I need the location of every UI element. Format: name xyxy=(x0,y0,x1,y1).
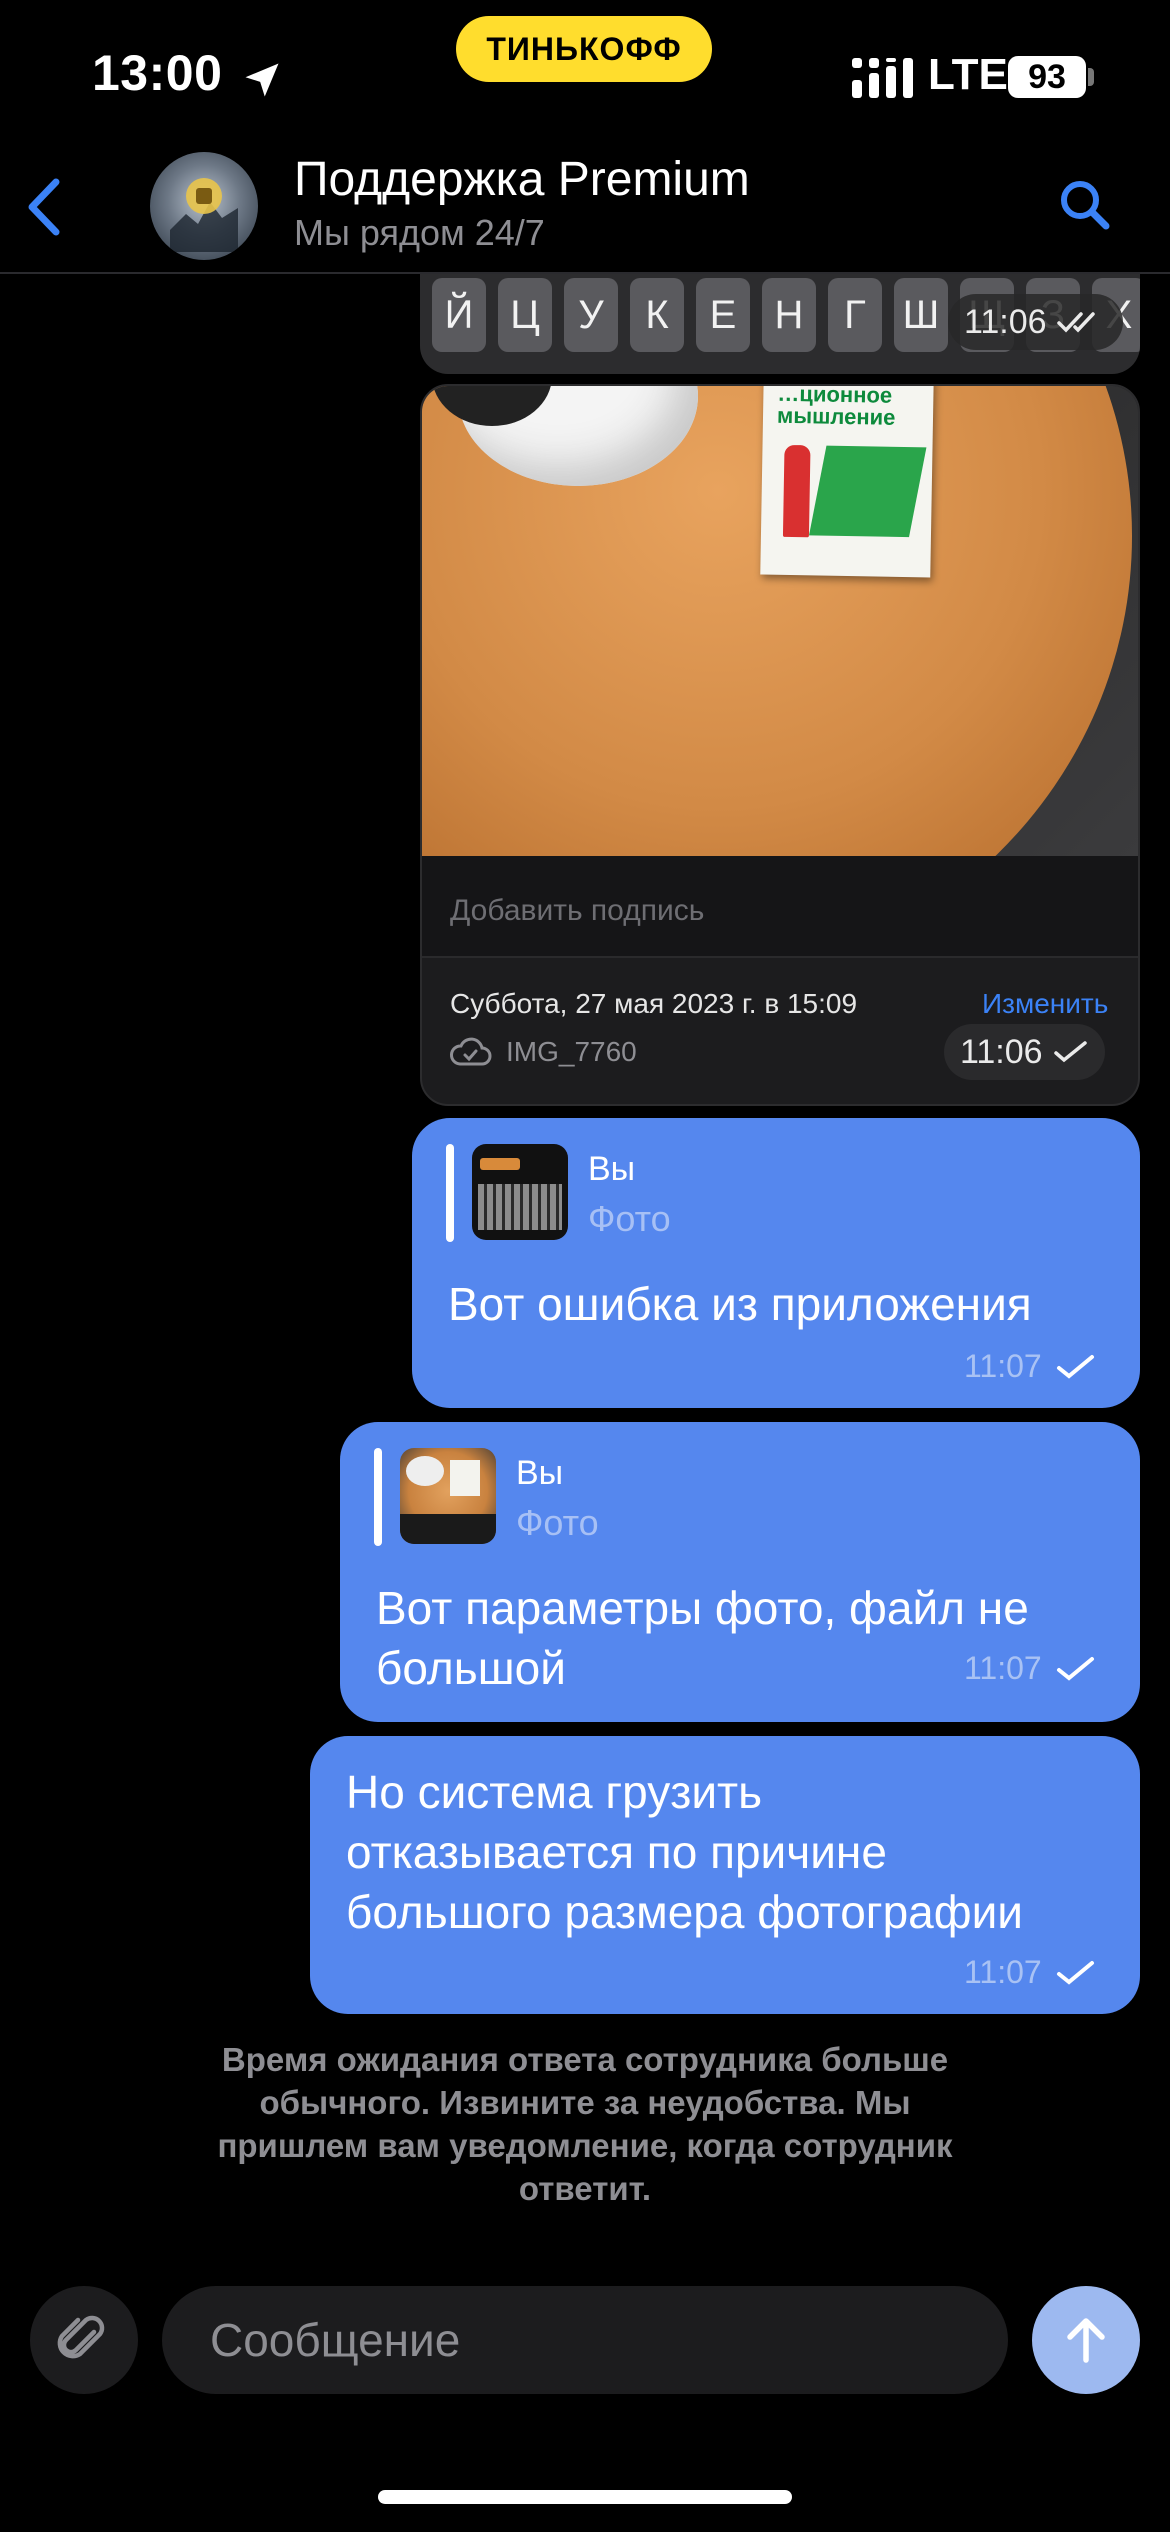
message-time-badge: 11:06 xyxy=(944,1024,1105,1080)
key: Ш xyxy=(894,278,948,352)
key: Й xyxy=(432,278,486,352)
message-text-line: отказывается по причине xyxy=(346,1826,887,1878)
check-icon xyxy=(1053,1041,1087,1063)
book-title: …ционное мышление xyxy=(776,386,896,430)
message-time: 11:06 xyxy=(964,302,1047,341)
carrier-badge: ТИНЬКОФФ xyxy=(456,16,712,82)
outgoing-message[interactable]: Но система грузить отказывается по причи… xyxy=(310,1736,1140,2014)
photo-info-message[interactable]: …ционное мышление Добавить подпись Суббо… xyxy=(420,384,1140,1106)
reply-thumbnail[interactable] xyxy=(472,1144,568,1240)
attach-button[interactable] xyxy=(30,2286,138,2394)
keyboard-screenshot-message[interactable]: Й Ц У К Е Н Г Ш Щ З Х 11:06 xyxy=(420,274,1140,374)
message-time: 11:06 xyxy=(960,1032,1043,1071)
photo-preview[interactable]: …ционное мышление xyxy=(422,386,1138,856)
notice-line: пришлем вам уведомление, когда сотрудник xyxy=(217,2127,953,2164)
battery-tip xyxy=(1088,68,1094,86)
reply-bar xyxy=(446,1144,454,1242)
key: Ц xyxy=(498,278,552,352)
message-time: 11:07 xyxy=(964,1650,1042,1686)
battery-icon: 93 xyxy=(1008,56,1086,98)
key: Е xyxy=(696,278,750,352)
book-maze xyxy=(809,445,927,538)
outgoing-message[interactable]: Вы Фото Вот ошибка из приложения 11:07 xyxy=(412,1118,1140,1408)
key: Г xyxy=(828,278,882,352)
reply-bar xyxy=(374,1448,382,1546)
check-icon xyxy=(1056,1656,1094,1681)
outgoing-message[interactable]: Вы Фото Вот параметры фото, файл не боль… xyxy=(340,1422,1140,1722)
check-icon xyxy=(1056,1960,1094,1985)
message-time-badge: 11:06 xyxy=(948,294,1123,350)
network-type: LTE xyxy=(928,50,1008,99)
message-text: Вот ошибка из приложения xyxy=(448,1278,1032,1330)
message-text-line: большого размера фотографии xyxy=(346,1886,1023,1938)
battery-level: 93 xyxy=(1028,57,1066,96)
status-time: 13:00 xyxy=(92,45,223,101)
search-icon[interactable] xyxy=(1056,176,1112,232)
message-text-line: Вот параметры фото, файл не xyxy=(376,1582,1029,1634)
message-time: 11:07 xyxy=(964,1348,1042,1384)
message-text-line: большой xyxy=(376,1642,566,1694)
double-check-icon xyxy=(1056,312,1095,333)
photo-date: Суббота, 27 мая 2023 г. в 15:09 xyxy=(450,988,858,1019)
photo-filename: IMG_7760 xyxy=(506,1036,637,1067)
system-notice: Время ожидания ответа сотрудника больше … xyxy=(150,2038,1020,2210)
book-figure xyxy=(782,444,811,538)
key: Н xyxy=(762,278,816,352)
send-arrow-icon xyxy=(1067,2318,1105,2363)
edit-link[interactable]: Изменить xyxy=(982,988,1108,1020)
bank-emblem-icon xyxy=(170,178,238,252)
message-time: 11:07 xyxy=(964,1954,1042,1990)
cloud-icon xyxy=(450,1037,492,1066)
paperclip-icon xyxy=(57,2315,105,2359)
reply-type: Фото xyxy=(516,1502,599,1543)
reply-type: Фото xyxy=(588,1198,671,1239)
home-indicator[interactable] xyxy=(378,2490,792,2504)
check-icon xyxy=(1056,1354,1094,1379)
reply-author: Вы xyxy=(516,1454,564,1492)
back-chevron-icon[interactable] xyxy=(20,172,70,242)
notice-line: ответит. xyxy=(518,2170,652,2207)
caption-placeholder[interactable]: Добавить подпись xyxy=(450,894,704,928)
chat-subtitle: Мы рядом 24/7 xyxy=(294,212,545,253)
message-text-line: Но система грузить xyxy=(346,1766,763,1818)
location-arrow-icon xyxy=(245,63,279,97)
notice-line: обычного. Извините за неудобства. Мы xyxy=(259,2084,911,2121)
message-meta: 11:07 xyxy=(964,1650,1096,1687)
key: У xyxy=(564,278,618,352)
avatar[interactable] xyxy=(150,152,258,260)
message-meta: 11:07 xyxy=(964,1348,1096,1385)
send-button[interactable] xyxy=(1032,2286,1140,2394)
notice-line: Время ожидания ответа сотрудника больше xyxy=(221,2041,949,2078)
signal-icon xyxy=(852,58,913,98)
key: К xyxy=(630,278,684,352)
reply-thumbnail[interactable] xyxy=(400,1448,496,1544)
reply-author: Вы xyxy=(588,1150,636,1188)
chat-title[interactable]: Поддержка Premium xyxy=(294,152,750,207)
message-input[interactable]: Сообщение xyxy=(162,2286,1008,2394)
book-image: …ционное мышление xyxy=(760,386,934,578)
message-meta: 11:07 xyxy=(964,1954,1096,1991)
message-input-placeholder: Сообщение xyxy=(210,2314,461,2366)
